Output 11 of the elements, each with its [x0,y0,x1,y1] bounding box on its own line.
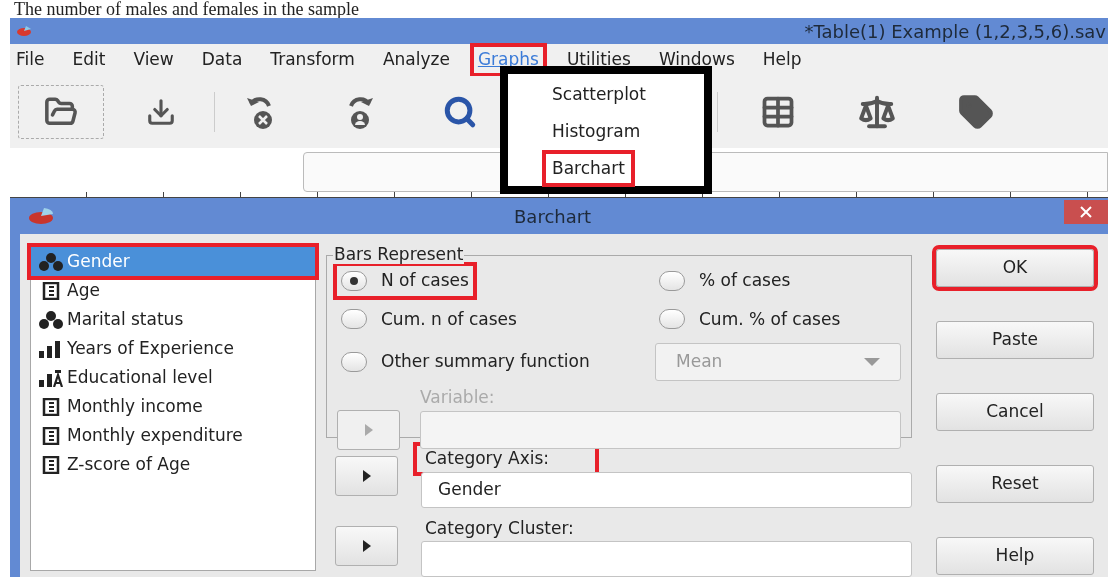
radio-label: Cum. % of cases [699,307,841,331]
window-title: *Table(1) Example (1,2,3,5,6).sav [804,19,1106,44]
field-label: Category Cluster: [425,516,575,540]
field-label: Variable: [420,386,496,409]
dialog-title: Barchart [514,204,592,229]
radio-label: % of cases [699,269,791,292]
radio-label: Other summary function [381,350,590,374]
caption: The number of males and females in the sample [13,0,360,18]
radio-label: Cum. n of cases [381,307,517,331]
group-title: Bars Represent [333,244,465,264]
radio-label: N of cases [381,269,469,292]
